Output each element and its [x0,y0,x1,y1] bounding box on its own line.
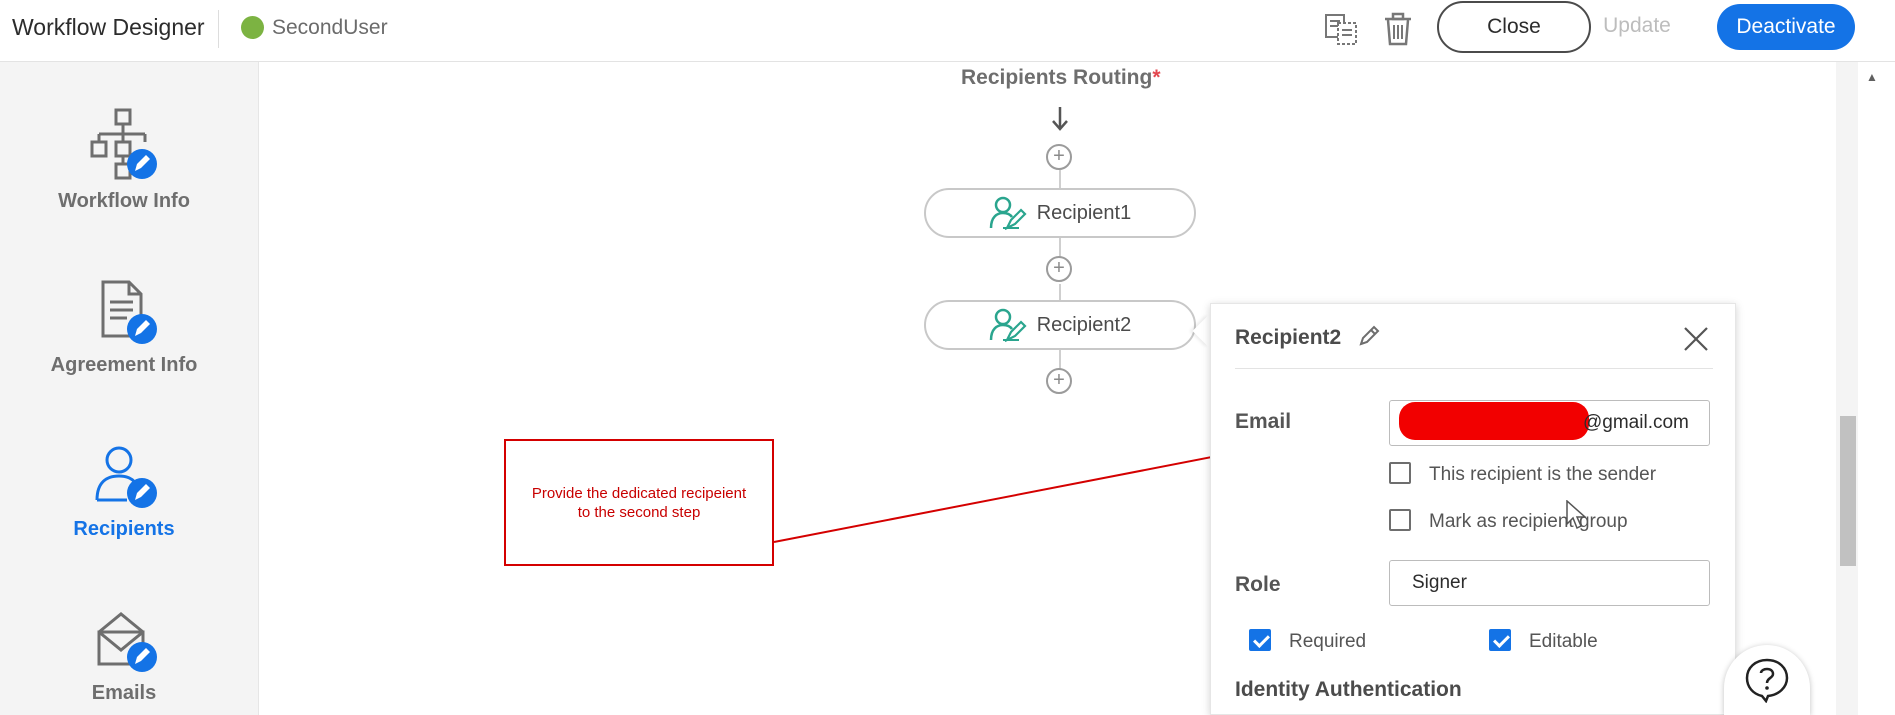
routing-step-recipient1[interactable]: Recipient1 [924,188,1196,238]
recipient-group-checkbox-label: Mark as recipient group [1429,511,1628,532]
signer-icon [989,196,1027,230]
required-checkbox-label: Required [1289,631,1367,652]
trash-icon[interactable] [1378,8,1418,50]
status-indicator [241,16,264,39]
routing-step-recipient2[interactable]: Recipient2 [924,300,1196,350]
add-step-button[interactable]: + [1046,144,1072,170]
editable-checkbox-label: Editable [1529,631,1598,652]
step-label: Recipient2 [1036,313,1132,336]
recipient-panel: Recipient2 Email @gmail.com This recipie… [1210,303,1736,715]
header-divider [218,10,219,48]
app-header: Workflow Designer SecondUser Close Updat… [0,0,1895,62]
editable-checkbox[interactable] [1489,629,1511,651]
sender-checkbox[interactable] [1389,462,1411,484]
routing-title-text: Recipients Routing [961,66,1153,89]
routing-title: Recipients Routing* [961,66,1161,90]
annotation-text: Provide the dedicated recipeient to the … [531,484,747,521]
add-step-button[interactable]: + [1046,256,1072,282]
sidebar-item-recipients[interactable]: Recipients [0,444,248,541]
sidebar-item-workflow-info[interactable]: Workflow Info [0,108,248,213]
agreement-info-icon [101,280,157,344]
arrow-down-icon [1052,107,1068,131]
sender-checkbox-label: This recipient is the sender [1429,464,1657,485]
required-marker: * [1152,66,1161,89]
scroll-up-icon[interactable]: ▲ [1866,70,1878,84]
mouse-cursor-icon [1566,500,1586,530]
pencil-icon[interactable] [1357,324,1381,348]
sidebar-item-label: Emails [91,682,157,704]
close-icon[interactable] [1681,324,1711,354]
active-item-indicator [246,486,258,510]
identity-authentication-title: Identity Authentication [1235,678,1462,701]
close-button[interactable]: Close [1437,1,1591,53]
emails-icon [97,612,157,672]
recipient-group-checkbox[interactable] [1389,509,1411,531]
step-label: Recipient1 [1036,201,1132,224]
workflow-name: SecondUser [272,16,388,39]
sidebar-item-agreement-info[interactable]: Agreement Info [0,280,248,377]
email-label: Email [1235,410,1292,433]
signer-icon [989,308,1027,342]
scrollbar-track[interactable] [1836,62,1858,715]
redaction-mark [1399,402,1589,440]
email-value: @gmail.com [1583,412,1689,433]
sidebar-item-label: Recipients [73,518,175,540]
sidebar-item-label: Workflow Info [58,190,190,212]
required-checkbox[interactable] [1249,629,1271,651]
copy-document-icon[interactable] [1322,8,1362,50]
role-select[interactable]: Signer [1389,560,1710,606]
sidebar-item-label: Agreement Info [50,354,198,376]
panel-divider [1235,368,1713,369]
sidebar-item-emails[interactable]: Emails [0,608,248,705]
help-icon [1745,658,1789,703]
scrollbar-thumb[interactable] [1840,416,1856,566]
connector-line [1059,170,1061,188]
deactivate-button[interactable]: Deactivate [1717,4,1855,50]
annotation-callout: Provide the dedicated recipeient to the … [504,439,774,566]
panel-title: Recipient2 [1235,326,1342,349]
role-label: Role [1235,573,1281,596]
workflow-info-icon [90,108,157,180]
recipients-icon [95,446,157,508]
add-step-button[interactable]: + [1046,368,1072,394]
update-button[interactable]: Update [1582,14,1692,44]
app-title: Workflow Designer [12,14,205,40]
